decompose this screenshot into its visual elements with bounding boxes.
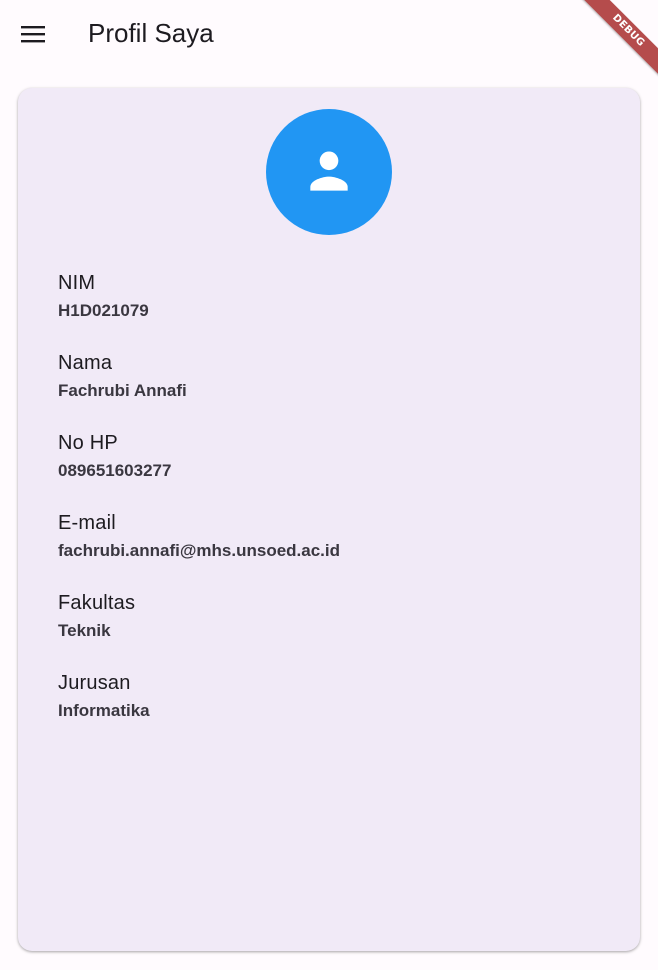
debug-banner: DEBUG bbox=[568, 0, 658, 90]
field-label: NIM bbox=[58, 272, 96, 294]
page-title: Profil Saya bbox=[88, 18, 214, 48]
field-value: Teknik bbox=[58, 621, 111, 640]
menu-icon bbox=[21, 26, 45, 43]
field-value: Informatika bbox=[58, 701, 150, 720]
field-no-hp: No HP 089651603277 bbox=[58, 430, 171, 482]
field-label: Fakultas bbox=[58, 592, 136, 614]
field-value: fachrubi.annafi@mhs.unsoed.ac.id bbox=[58, 541, 341, 560]
debug-label: DEBUG bbox=[579, 0, 658, 80]
field-nama: Nama Fachrubi Annafi bbox=[58, 350, 187, 402]
menu-button[interactable] bbox=[10, 12, 56, 56]
field-value: Fachrubi Annafi bbox=[58, 381, 187, 400]
field-label: Jurusan bbox=[58, 672, 131, 694]
field-nim: NIM H1D021079 bbox=[58, 270, 149, 322]
field-value: 089651603277 bbox=[58, 461, 172, 480]
field-jurusan: Jurusan Informatika bbox=[58, 670, 150, 722]
field-label: Nama bbox=[58, 352, 113, 374]
app-bar: Profil Saya DEBUG bbox=[0, 0, 658, 80]
avatar bbox=[266, 109, 392, 235]
field-label: No HP bbox=[58, 432, 118, 454]
profile-card: NIM H1D021079 Nama Fachrubi Annafi No HP… bbox=[18, 88, 640, 951]
field-email: E-mail fachrubi.annafi@mhs.unsoed.ac.id bbox=[58, 510, 340, 562]
field-label: E-mail bbox=[58, 512, 116, 534]
field-value: H1D021079 bbox=[58, 301, 149, 320]
person-icon bbox=[310, 151, 348, 191]
field-fakultas: Fakultas Teknik bbox=[58, 590, 135, 642]
